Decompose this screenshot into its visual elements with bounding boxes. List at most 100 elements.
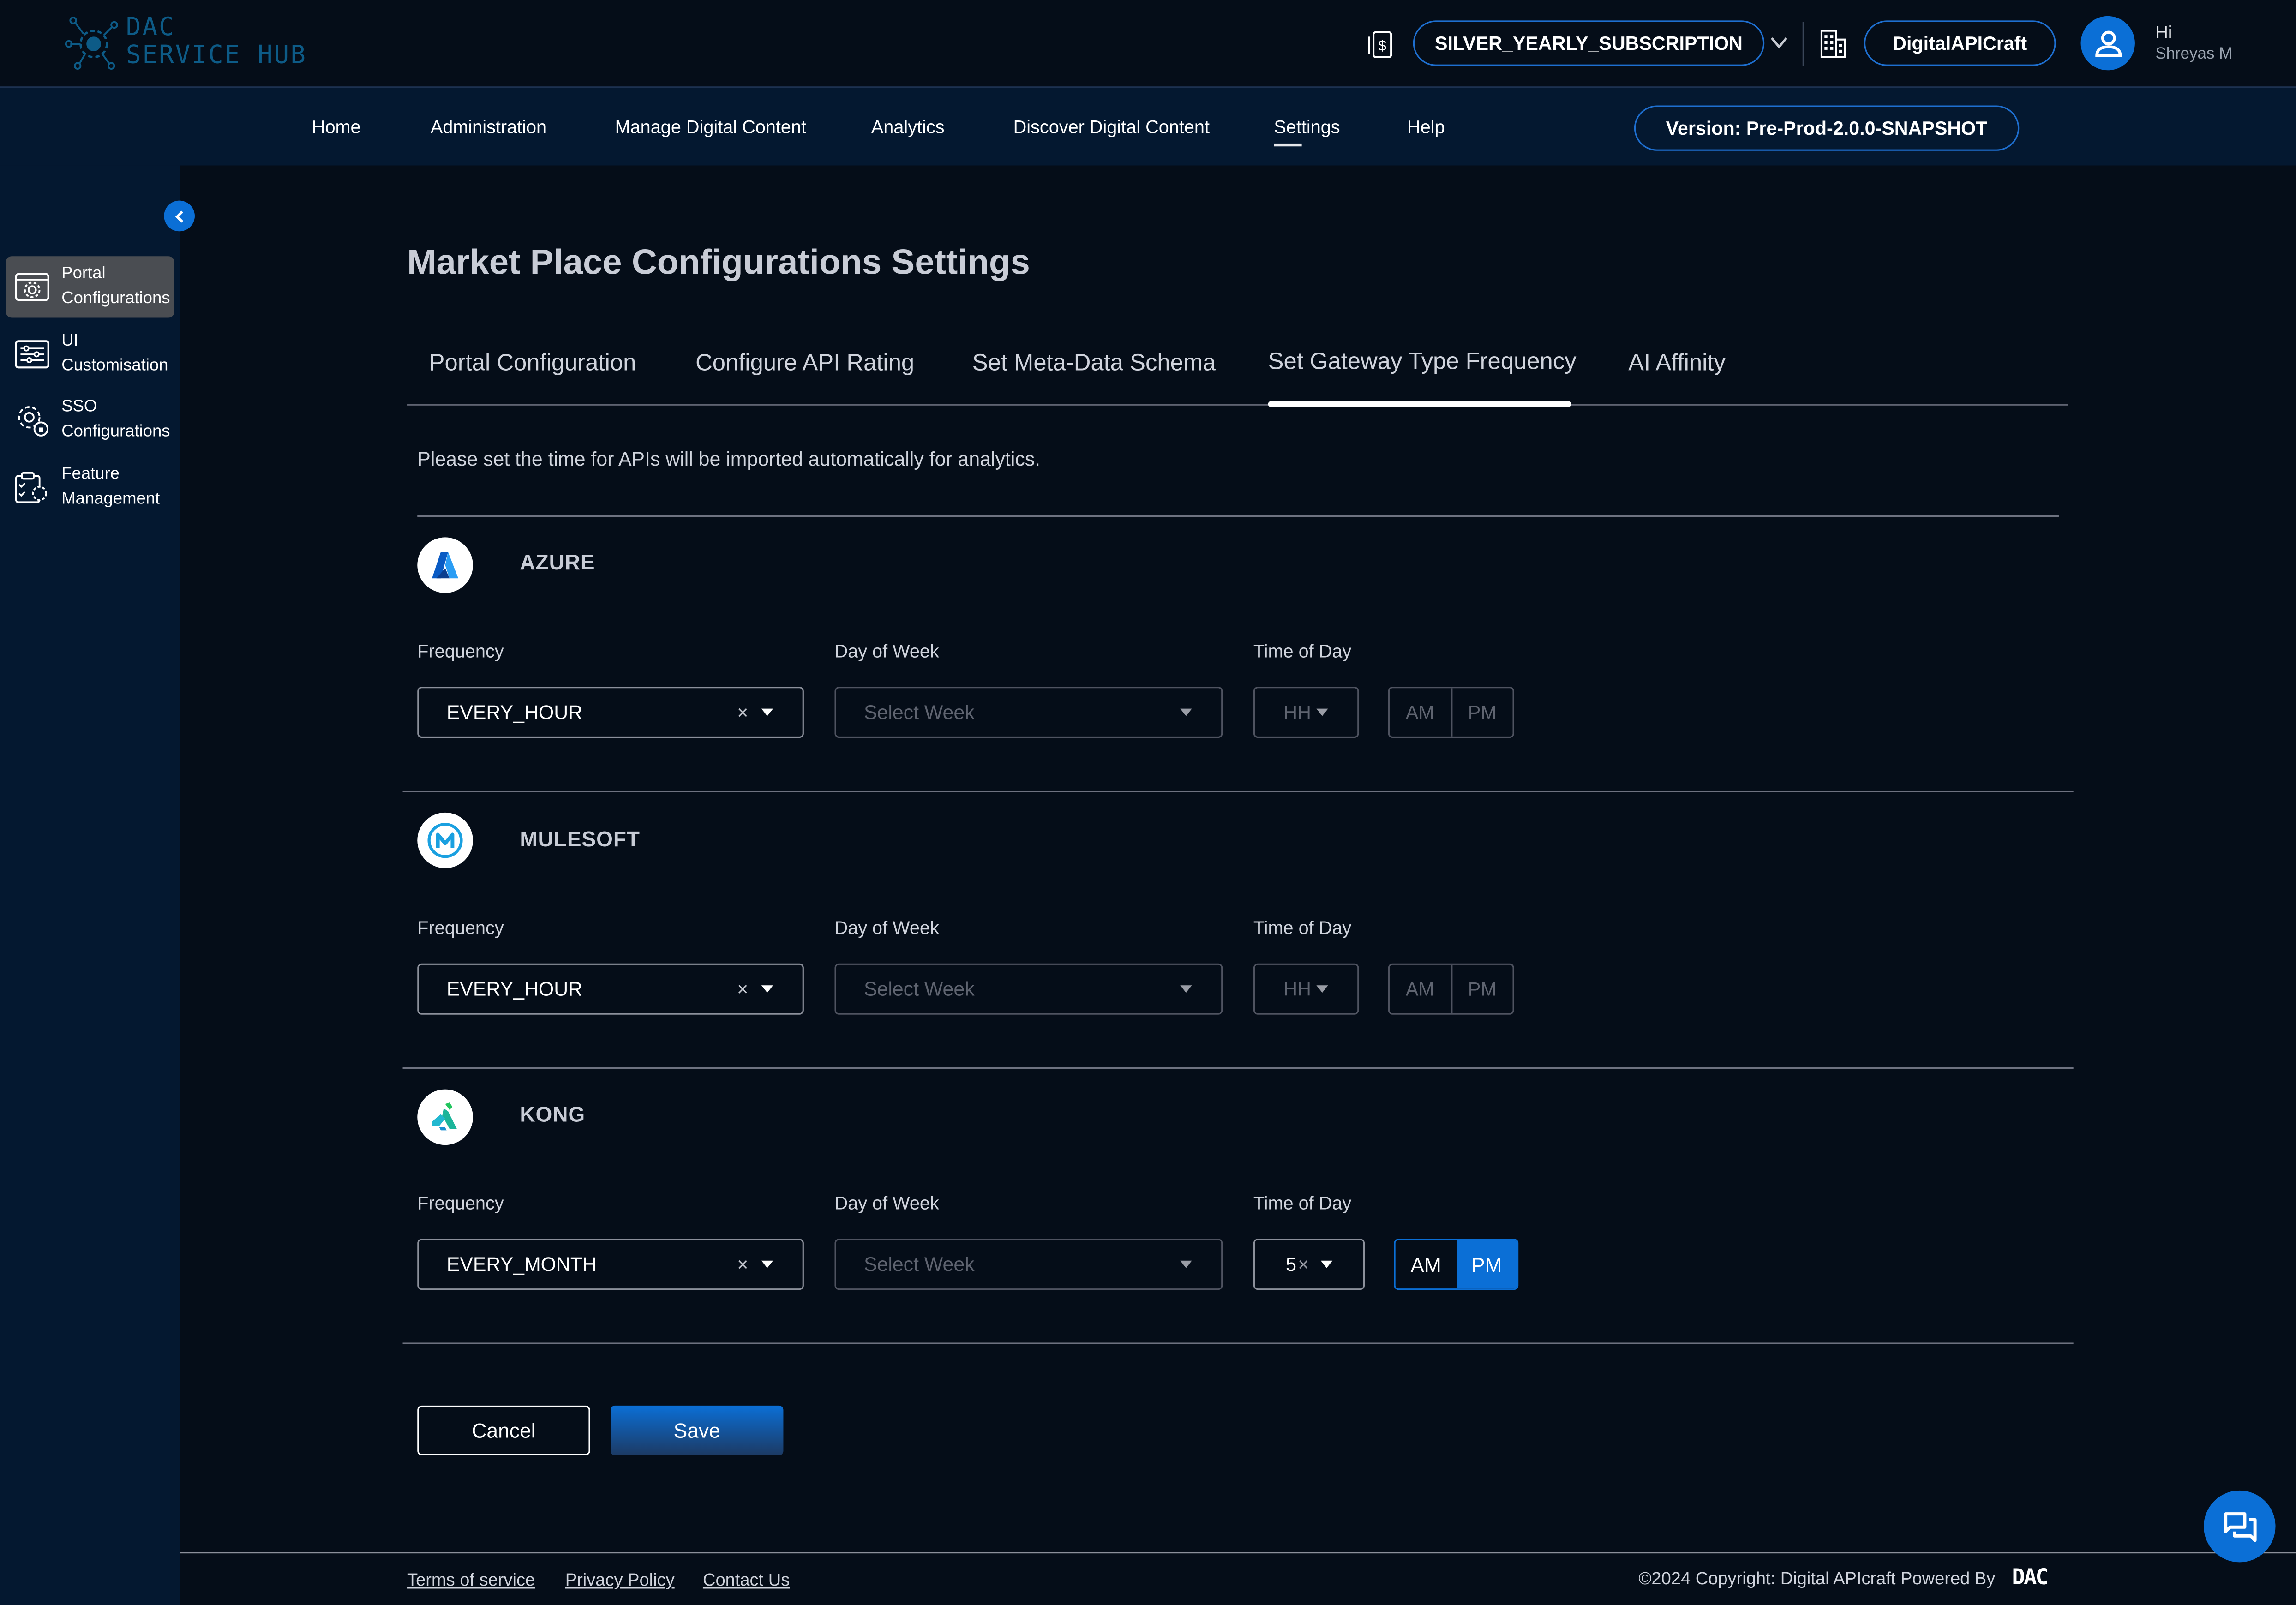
tab-ai-affinity[interactable]: AI Affinity bbox=[1628, 351, 1726, 377]
page-description: Please set the time for APIs will be imp… bbox=[417, 448, 1041, 470]
terms-of-service-link[interactable]: Terms of service bbox=[407, 1569, 535, 1590]
time-of-day-label: Time of Day bbox=[1253, 1193, 1352, 1214]
day-of-week-placeholder: Select Week bbox=[863, 1253, 975, 1276]
time-of-day-label: Time of Day bbox=[1253, 641, 1352, 662]
nav-administration[interactable]: Administration bbox=[431, 117, 546, 138]
caret-down-icon[interactable] bbox=[1180, 708, 1192, 716]
chevron-left-icon bbox=[174, 210, 183, 222]
frequency-value: EVERY_HOUR bbox=[446, 978, 583, 1000]
dac-service-hub-logo[interactable]: DAC SERVICE HUB bbox=[65, 13, 358, 76]
frequency-select[interactable]: EVERY_HOUR × bbox=[417, 963, 804, 1015]
caret-down-icon[interactable] bbox=[761, 708, 773, 716]
hour-select[interactable]: HH bbox=[1253, 687, 1359, 738]
active-tab-indicator bbox=[1268, 401, 1571, 407]
sidebar-label: Customisation bbox=[61, 357, 168, 375]
caret-down-icon bbox=[1317, 708, 1329, 716]
chat-button[interactable] bbox=[2204, 1490, 2276, 1563]
kong-icon bbox=[432, 1102, 457, 1131]
organization-selector[interactable]: DigitalAPICraft bbox=[1864, 20, 2056, 66]
nav-help[interactable]: Help bbox=[1407, 117, 1445, 138]
frequency-select[interactable]: EVERY_MONTH × bbox=[417, 1239, 804, 1290]
nav-analytics[interactable]: Analytics bbox=[871, 117, 945, 138]
cancel-button[interactable]: Cancel bbox=[417, 1405, 590, 1455]
am-option[interactable]: AM bbox=[1390, 688, 1451, 737]
hour-value: 5 bbox=[1285, 1253, 1296, 1276]
nav-settings[interactable]: Settings bbox=[1274, 117, 1340, 147]
nav-home[interactable]: Home bbox=[312, 117, 361, 138]
building-icon bbox=[1820, 30, 1846, 58]
day-of-week-placeholder: Select Week bbox=[863, 978, 975, 1000]
sidebar-label: Configurations bbox=[61, 290, 170, 308]
sidebar-label: SSO bbox=[61, 398, 97, 416]
am-pm-toggle: AM PM bbox=[1388, 963, 1514, 1015]
gateway-name: KONG bbox=[520, 1104, 586, 1128]
gateway-name: MULESOFT bbox=[520, 828, 641, 852]
hour-select[interactable]: 5 × bbox=[1253, 1239, 1365, 1290]
clear-icon[interactable]: × bbox=[737, 978, 748, 1000]
sidebar-item-ui-customisation[interactable]: UI Customisation bbox=[6, 323, 174, 385]
contact-us-link[interactable]: Contact Us bbox=[703, 1569, 790, 1590]
greeting: Hi bbox=[2155, 22, 2172, 43]
kong-logo bbox=[417, 1089, 473, 1145]
sidebar-item-sso-configurations[interactable]: SSO Configurations bbox=[6, 389, 174, 451]
settings-tabs: Portal Configuration Configure API Ratin… bbox=[407, 342, 2068, 406]
pm-option-selected[interactable]: PM bbox=[1456, 1240, 1517, 1289]
subscription-dollar-icon: $ bbox=[1368, 31, 1392, 58]
sidebar-item-feature-management[interactable]: Feature Management bbox=[6, 457, 174, 518]
portal-config-icon bbox=[15, 273, 49, 301]
frequency-value: EVERY_HOUR bbox=[446, 701, 583, 724]
day-of-week-label: Day of Week bbox=[834, 641, 939, 662]
dac-brand-logo: DAC bbox=[2012, 1563, 2049, 1590]
caret-down-icon[interactable] bbox=[761, 985, 773, 993]
page-title: Market Place Configurations Settings bbox=[407, 243, 1030, 283]
sidebar-label: Portal bbox=[61, 265, 106, 283]
mulesoft-logo bbox=[417, 812, 473, 868]
clear-icon[interactable]: × bbox=[737, 1253, 748, 1276]
pm-option[interactable]: PM bbox=[1450, 964, 1513, 1013]
frequency-select[interactable]: EVERY_HOUR × bbox=[417, 687, 804, 738]
sidebar-collapse-button[interactable] bbox=[164, 200, 195, 232]
am-option[interactable]: AM bbox=[1396, 1240, 1457, 1288]
am-option[interactable]: AM bbox=[1390, 965, 1451, 1013]
tab-set-meta-data-schema[interactable]: Set Meta-Data Schema bbox=[972, 351, 1216, 377]
am-pm-toggle: AM PM bbox=[1394, 1239, 1519, 1290]
hub-gear-icon bbox=[65, 17, 118, 70]
hour-placeholder: HH bbox=[1283, 701, 1311, 724]
clear-icon[interactable]: × bbox=[737, 701, 748, 724]
caret-down-icon[interactable] bbox=[1180, 1260, 1192, 1268]
svg-text:$: $ bbox=[1378, 37, 1386, 54]
app-root: DAC SERVICE HUB $ SILVER_YEARLY_SUBSCRIP… bbox=[0, 0, 2296, 1605]
caret-down-icon[interactable] bbox=[1180, 985, 1192, 993]
day-of-week-select[interactable]: Select Week bbox=[834, 963, 1223, 1015]
top-header: DAC SERVICE HUB $ SILVER_YEARLY_SUBSCRIP… bbox=[0, 0, 2296, 88]
save-button[interactable]: Save bbox=[611, 1405, 784, 1455]
privacy-policy-link[interactable]: Privacy Policy bbox=[565, 1569, 675, 1590]
am-pm-toggle: AM PM bbox=[1388, 687, 1514, 738]
user-avatar[interactable] bbox=[2080, 16, 2135, 71]
frequency-label: Frequency bbox=[417, 1193, 504, 1214]
tab-set-gateway-type-frequency[interactable]: Set Gateway Type Frequency bbox=[1268, 350, 1577, 376]
chevron-down-icon[interactable] bbox=[1769, 32, 1789, 53]
header-divider bbox=[1802, 22, 1804, 66]
tab-configure-api-rating[interactable]: Configure API Rating bbox=[695, 351, 914, 377]
sidebar-item-portal-configurations[interactable]: Portal Configurations bbox=[6, 256, 174, 318]
tab-portal-configuration[interactable]: Portal Configuration bbox=[429, 351, 636, 377]
user-icon bbox=[2094, 30, 2121, 57]
user-name: Shreyas M bbox=[2155, 45, 2233, 63]
day-of-week-select[interactable]: Select Week bbox=[834, 1239, 1223, 1290]
subscription-selector[interactable]: SILVER_YEARLY_SUBSCRIPTION bbox=[1413, 20, 1765, 66]
azure-icon bbox=[432, 552, 459, 579]
chat-bubbles-icon bbox=[2223, 1511, 2256, 1541]
pm-option[interactable]: PM bbox=[1450, 688, 1513, 737]
caret-down-icon[interactable] bbox=[761, 1260, 773, 1268]
sidebar-label: Feature bbox=[61, 465, 120, 484]
day-of-week-select[interactable]: Select Week bbox=[834, 687, 1223, 738]
hour-select[interactable]: HH bbox=[1253, 963, 1359, 1015]
section-divider bbox=[417, 515, 2059, 517]
clipboard-gear-icon bbox=[15, 472, 47, 503]
clear-icon[interactable]: × bbox=[1298, 1253, 1309, 1276]
nav-manage-digital-content[interactable]: Manage Digital Content bbox=[615, 117, 806, 138]
nav-discover-digital-content[interactable]: Discover Digital Content bbox=[1013, 117, 1210, 138]
logo-line-1: DAC bbox=[126, 13, 175, 43]
section-divider bbox=[402, 791, 2074, 792]
